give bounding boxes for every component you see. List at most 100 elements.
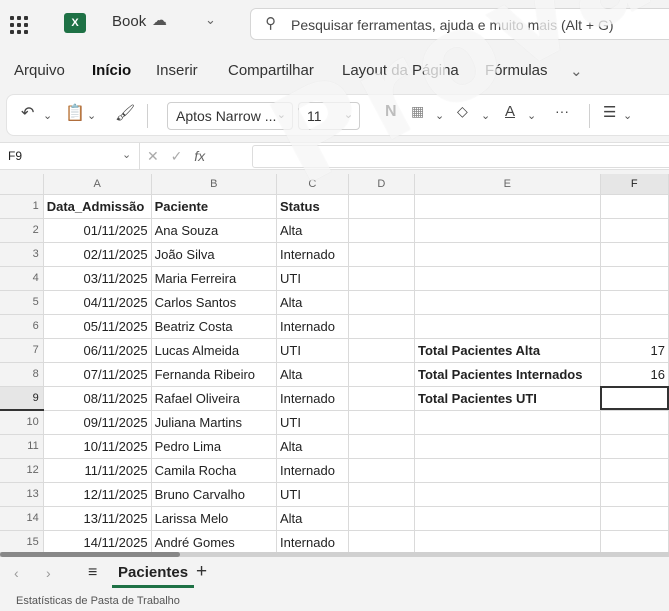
row-header[interactable]: 9: [0, 386, 44, 411]
row-header[interactable]: 6: [0, 314, 44, 339]
align-icon[interactable]: ☰: [603, 103, 616, 121]
cell-e[interactable]: [414, 458, 601, 483]
cell-f[interactable]: [600, 506, 669, 531]
cell-c[interactable]: Alta: [276, 506, 349, 531]
more-tabs-chevron-icon[interactable]: ⌄: [570, 62, 583, 80]
cell-b[interactable]: Larissa Melo: [151, 506, 278, 531]
cell-e[interactable]: [414, 290, 601, 315]
cell-d[interactable]: [348, 218, 415, 243]
column-header-d[interactable]: D: [348, 174, 415, 195]
cell-b[interactable]: Pedro Lima: [151, 434, 278, 459]
cell-a[interactable]: 08/11/2025: [43, 386, 152, 411]
cell-f[interactable]: [600, 386, 669, 411]
search-box[interactable]: ⚲ Pesquisar ferramentas, ajuda e muito m…: [250, 8, 669, 40]
cell-d[interactable]: [348, 506, 415, 531]
confirm-icon[interactable]: ✓: [171, 148, 183, 164]
function-icon[interactable]: fx: [194, 148, 205, 164]
row-header[interactable]: 12: [0, 458, 44, 483]
undo-dropdown-icon[interactable]: ⌄: [43, 109, 52, 122]
app-launcher-icon[interactable]: [8, 14, 28, 34]
clipboard-dropdown-icon[interactable]: ⌄: [87, 109, 96, 122]
cell-e[interactable]: [414, 314, 601, 339]
cell-d[interactable]: [348, 290, 415, 315]
cancel-icon[interactable]: ✕: [147, 148, 159, 164]
cell-b[interactable]: Rafael Oliveira: [151, 386, 278, 411]
cell-f[interactable]: [600, 458, 669, 483]
tab-inicio[interactable]: Início: [92, 62, 131, 79]
cell-a[interactable]: 04/11/2025: [43, 290, 152, 315]
cell-c[interactable]: Alta: [276, 434, 349, 459]
cell-e[interactable]: [414, 506, 601, 531]
cell-a[interactable]: 06/11/2025: [43, 338, 152, 363]
cell-b[interactable]: João Silva: [151, 242, 278, 267]
cell-d[interactable]: [348, 434, 415, 459]
cell-d[interactable]: [348, 386, 415, 411]
font-color-dropdown-icon[interactable]: ⌄: [527, 109, 536, 122]
clipboard-icon[interactable]: 📋: [65, 103, 85, 123]
cell-f[interactable]: [600, 218, 669, 243]
fill-color-icon[interactable]: ◇: [457, 103, 468, 120]
cell-d[interactable]: [348, 266, 415, 291]
column-header-a[interactable]: A: [43, 174, 152, 195]
cell-f[interactable]: [600, 290, 669, 315]
cell-c[interactable]: Internado: [276, 458, 349, 483]
cell-b[interactable]: Lucas Almeida: [151, 338, 278, 363]
cell-e[interactable]: Total Pacientes Alta: [414, 338, 601, 363]
cell-c[interactable]: UTI: [276, 338, 349, 363]
cell-f[interactable]: [600, 266, 669, 291]
cell-b[interactable]: Juliana Martins: [151, 410, 278, 435]
borders-dropdown-icon[interactable]: ⌄: [435, 109, 444, 122]
fill-dropdown-icon[interactable]: ⌄: [481, 109, 490, 122]
row-header[interactable]: 2: [0, 218, 44, 243]
font-name-select[interactable]: Aptos Narrow ... ⌄: [167, 102, 293, 130]
cell-c[interactable]: Internado: [276, 386, 349, 411]
cell-f[interactable]: [600, 242, 669, 267]
cell-c[interactable]: Alta: [276, 218, 349, 243]
cell-a[interactable]: 01/11/2025: [43, 218, 152, 243]
cell-d[interactable]: [348, 314, 415, 339]
workbook-name[interactable]: Book: [112, 13, 146, 30]
cell-e[interactable]: [414, 530, 601, 554]
workbook-statistics[interactable]: Estatísticas de Pasta de Trabalho: [16, 595, 180, 607]
cell-c[interactable]: Internado: [276, 314, 349, 339]
cell-c[interactable]: Status: [276, 194, 349, 219]
cell-a[interactable]: 03/11/2025: [43, 266, 152, 291]
cell-e[interactable]: [414, 218, 601, 243]
add-sheet-button[interactable]: +: [196, 561, 207, 583]
cell-c[interactable]: Internado: [276, 530, 349, 554]
cell-c[interactable]: Internado: [276, 242, 349, 267]
cell-c[interactable]: UTI: [276, 410, 349, 435]
column-header-b[interactable]: B: [151, 174, 278, 195]
chevron-down-icon[interactable]: ⌄: [205, 12, 216, 28]
cell-a[interactable]: 09/11/2025: [43, 410, 152, 435]
chevron-down-icon[interactable]: ⌄: [122, 148, 131, 161]
cell-a[interactable]: 11/11/2025: [43, 458, 152, 483]
row-header[interactable]: 7: [0, 338, 44, 363]
cell-c[interactable]: Alta: [276, 362, 349, 387]
cell-c[interactable]: UTI: [276, 266, 349, 291]
cell-d[interactable]: [348, 458, 415, 483]
cell-f[interactable]: [600, 530, 669, 554]
cell-e[interactable]: [414, 242, 601, 267]
tab-arquivo[interactable]: Arquivo: [14, 62, 65, 79]
cell-d[interactable]: [348, 530, 415, 554]
tab-layout-pagina[interactable]: Layout da Página: [342, 62, 459, 79]
select-all-corner[interactable]: [0, 174, 44, 195]
cell-e[interactable]: Total Pacientes UTI: [414, 386, 601, 411]
column-header-c[interactable]: C: [276, 174, 349, 195]
next-sheet-icon[interactable]: ›: [46, 565, 51, 581]
name-box[interactable]: F9: [0, 143, 140, 170]
cell-a[interactable]: 10/11/2025: [43, 434, 152, 459]
cell-b[interactable]: Camila Rocha: [151, 458, 278, 483]
row-header[interactable]: 11: [0, 434, 44, 459]
cell-e[interactable]: [414, 266, 601, 291]
cell-a[interactable]: 07/11/2025: [43, 362, 152, 387]
cell-a[interactable]: 05/11/2025: [43, 314, 152, 339]
all-sheets-icon[interactable]: ≡: [88, 564, 97, 582]
cell-b[interactable]: Paciente: [151, 194, 278, 219]
row-header[interactable]: 5: [0, 290, 44, 315]
cell-e[interactable]: [414, 194, 601, 219]
cell-a[interactable]: 13/11/2025: [43, 506, 152, 531]
cell-f[interactable]: [600, 410, 669, 435]
row-header[interactable]: 10: [0, 410, 44, 435]
